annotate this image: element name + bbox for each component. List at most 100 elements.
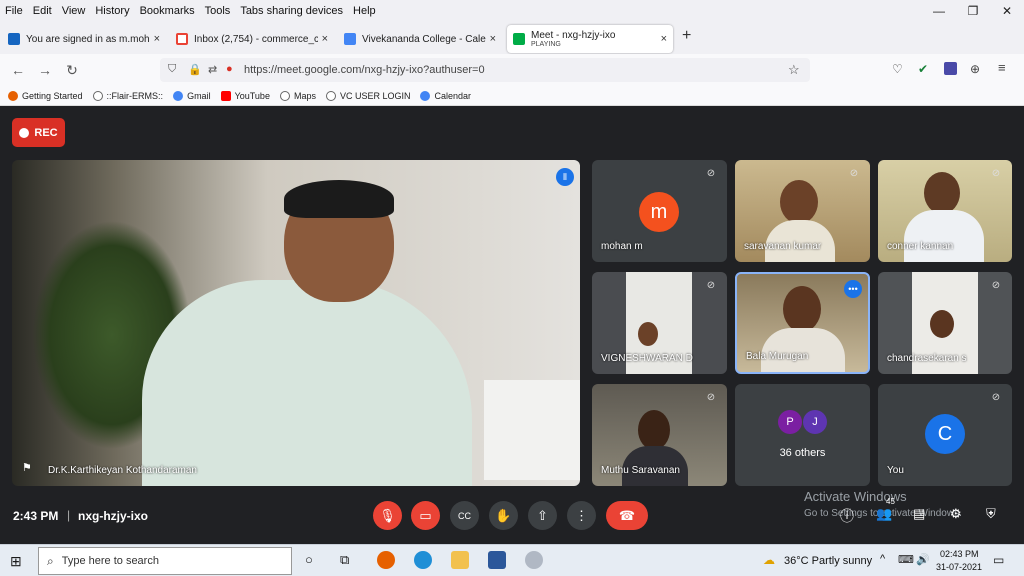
volume-icon[interactable]: 🔊 (916, 553, 930, 566)
participant-tile-saravanan[interactable]: ⊘ saravanan kumar (735, 160, 870, 262)
notification-icon[interactable]: ▭ (993, 553, 1004, 567)
participant-tile-others[interactable]: P J 36 others (735, 384, 870, 486)
bookmark-flair-erms[interactable]: ::Flair-ERMS:: (92, 90, 164, 101)
participant-tile-vigneshwaran[interactable]: ⊘ VIGNESHWARAN D (592, 272, 727, 374)
host-controls-icon[interactable]: ⛨ (986, 506, 996, 522)
show-hidden-icon[interactable]: ^ (880, 553, 885, 565)
tab-inbox[interactable]: Inbox (2,754) - commerce_ca@ × (170, 25, 334, 53)
participant-name: mohan m (601, 241, 643, 252)
taskbar-search[interactable]: ⌕ Type here to search (38, 547, 292, 575)
permissions-icon[interactable]: ⇄ (208, 63, 217, 76)
lock-icon[interactable]: 🔒 (188, 63, 202, 76)
record-dot-icon (19, 127, 30, 138)
menu-tabs-sharing[interactable]: Tabs sharing devices (235, 5, 348, 17)
participant-tile-bala-murugan[interactable]: ••• Bala Murugan (735, 272, 870, 374)
taskbar: ⊞ ⌕ Type here to search ○ ⧉ ☁ 36°C Partl… (0, 544, 1024, 576)
edge-icon[interactable] (414, 551, 432, 569)
menu-help[interactable]: Help (348, 5, 381, 17)
tab-meet[interactable]: Meet - nxg-hzjy-ixo PLAYING × (507, 25, 673, 53)
tab-close-icon[interactable]: × (154, 33, 160, 45)
tab-label: Vivekananda College - Calendar (362, 33, 486, 45)
bookmark-label: ::Flair-ERMS:: (106, 90, 164, 101)
participant-tile-chandrasekaran[interactable]: ⊘ chandrasekaran s (878, 272, 1012, 374)
captions-button[interactable]: CC (450, 501, 479, 530)
close-icon[interactable]: ✕ (990, 0, 1024, 22)
mic-toggle-button[interactable]: 🎙 (373, 501, 402, 530)
tab-close-icon[interactable]: × (322, 33, 328, 45)
participant-tile-mohan[interactable]: ⊘ m mohan m (592, 160, 727, 262)
file-explorer-icon[interactable] (451, 551, 469, 569)
present-button[interactable]: ⇧ (528, 501, 557, 530)
forward-icon[interactable]: → (36, 62, 54, 78)
info-icon[interactable]: ⓘ (840, 506, 854, 526)
bookmark-star-icon[interactable]: ☆ (788, 62, 800, 78)
more-options-button[interactable]: ⋮ (567, 501, 596, 530)
bookmark-gmail[interactable]: Gmail (173, 90, 211, 101)
hand-icon: ✋ (495, 507, 512, 523)
tab-label: Meet - nxg-hzjy-ixo (531, 29, 616, 41)
bookmark-label: YouTube (234, 90, 270, 101)
menu-file[interactable]: File (0, 5, 28, 17)
meeting-code: nxg-hzjy-ixo (78, 509, 149, 523)
url-text[interactable]: https://meet.google.com/nxg-hzjy-ixo?aut… (244, 64, 485, 76)
camera-toggle-button[interactable]: ▭ (411, 501, 440, 530)
avatar: J (803, 410, 827, 434)
back-icon[interactable]: ← (9, 62, 27, 78)
new-tab-button[interactable]: + (682, 27, 691, 45)
tab-calendar[interactable]: Vivekananda College - Calendar × (338, 25, 502, 53)
minimize-icon[interactable]: — (922, 0, 956, 22)
tab-signed-in[interactable]: You are signed in as m.mohan × (2, 25, 166, 53)
people-icon[interactable]: 👥 (876, 506, 892, 522)
clock-date[interactable]: 31-07-2021 (936, 562, 982, 572)
extension-icon[interactable] (944, 62, 957, 75)
weather-text[interactable]: 36°C Partly sunny (784, 555, 872, 567)
clock-time[interactable]: 02:43 PM (940, 549, 979, 559)
windows-start-icon[interactable]: ⊞ (10, 553, 22, 570)
task-view-icon[interactable]: ⧉ (340, 552, 349, 568)
mic-off-icon: ⊘ (991, 168, 1001, 179)
network-icon[interactable]: ⌨ (898, 553, 914, 566)
menu-edit[interactable]: Edit (28, 5, 57, 17)
participant-face-image (783, 286, 821, 332)
leave-call-button[interactable]: ☎ (606, 501, 648, 530)
pocket-icon[interactable]: ♡ (892, 62, 903, 76)
mic-off-icon: ⊘ (991, 392, 1001, 403)
tab-close-icon[interactable]: × (490, 33, 496, 45)
paint-icon[interactable] (525, 551, 543, 569)
bookmark-getting-started[interactable]: Getting Started (8, 90, 83, 101)
participant-tile-muthu[interactable]: ⊘ Muthu Saravanan (592, 384, 727, 486)
menu-icon[interactable]: ≡ (998, 60, 1006, 75)
menu-tools[interactable]: Tools (200, 5, 236, 17)
cortana-icon[interactable]: ○ (305, 552, 313, 567)
menu-history[interactable]: History (90, 5, 134, 17)
firefox-icon[interactable] (377, 551, 395, 569)
participant-tile-you[interactable]: ⊘ C You (878, 384, 1012, 486)
tab-close-icon[interactable]: × (661, 33, 667, 45)
participant-tile-conner[interactable]: ⊘ conner kannan (878, 160, 1012, 262)
bookmark-maps[interactable]: Maps (279, 90, 316, 101)
avatar: C (925, 414, 965, 454)
reload-icon[interactable]: ↻ (63, 62, 81, 79)
microphone-icon[interactable]: ● (226, 63, 233, 75)
main-speaker-tile[interactable]: ⦀ ⚑ Dr.K.Karthikeyan Kothandaraman (12, 160, 580, 486)
bookmark-youtube[interactable]: YouTube (220, 90, 270, 101)
restore-icon[interactable]: ❐ (956, 0, 990, 22)
participant-face-image (638, 410, 670, 450)
checkmark-icon[interactable]: ✔ (918, 62, 928, 76)
chat-icon[interactable]: ▤ (913, 506, 925, 522)
more-options-icon[interactable]: ••• (844, 280, 862, 298)
pin-icon[interactable]: ⚑ (22, 461, 32, 474)
present-screen-icon: ⇧ (537, 507, 548, 523)
url-bar[interactable]: ⛉ 🔒 ⇄ ● https://meet.google.com/nxg-hzjy… (160, 58, 810, 82)
shield-icon[interactable]: ⛉ (168, 63, 176, 76)
word-icon[interactable] (488, 551, 506, 569)
participant-name: conner kannan (887, 241, 954, 252)
search-placeholder: Type here to search (61, 555, 159, 567)
menu-view[interactable]: View (57, 5, 91, 17)
bookmark-calendar[interactable]: Calendar (420, 90, 471, 101)
menu-bookmarks[interactable]: Bookmarks (135, 5, 200, 17)
globe-icon[interactable]: ⊕ (970, 62, 980, 76)
raise-hand-button[interactable]: ✋ (489, 501, 518, 530)
bookmark-vc-user-login[interactable]: VC USER LOGIN (325, 90, 410, 101)
activities-icon[interactable]: ⚙ (950, 506, 962, 522)
